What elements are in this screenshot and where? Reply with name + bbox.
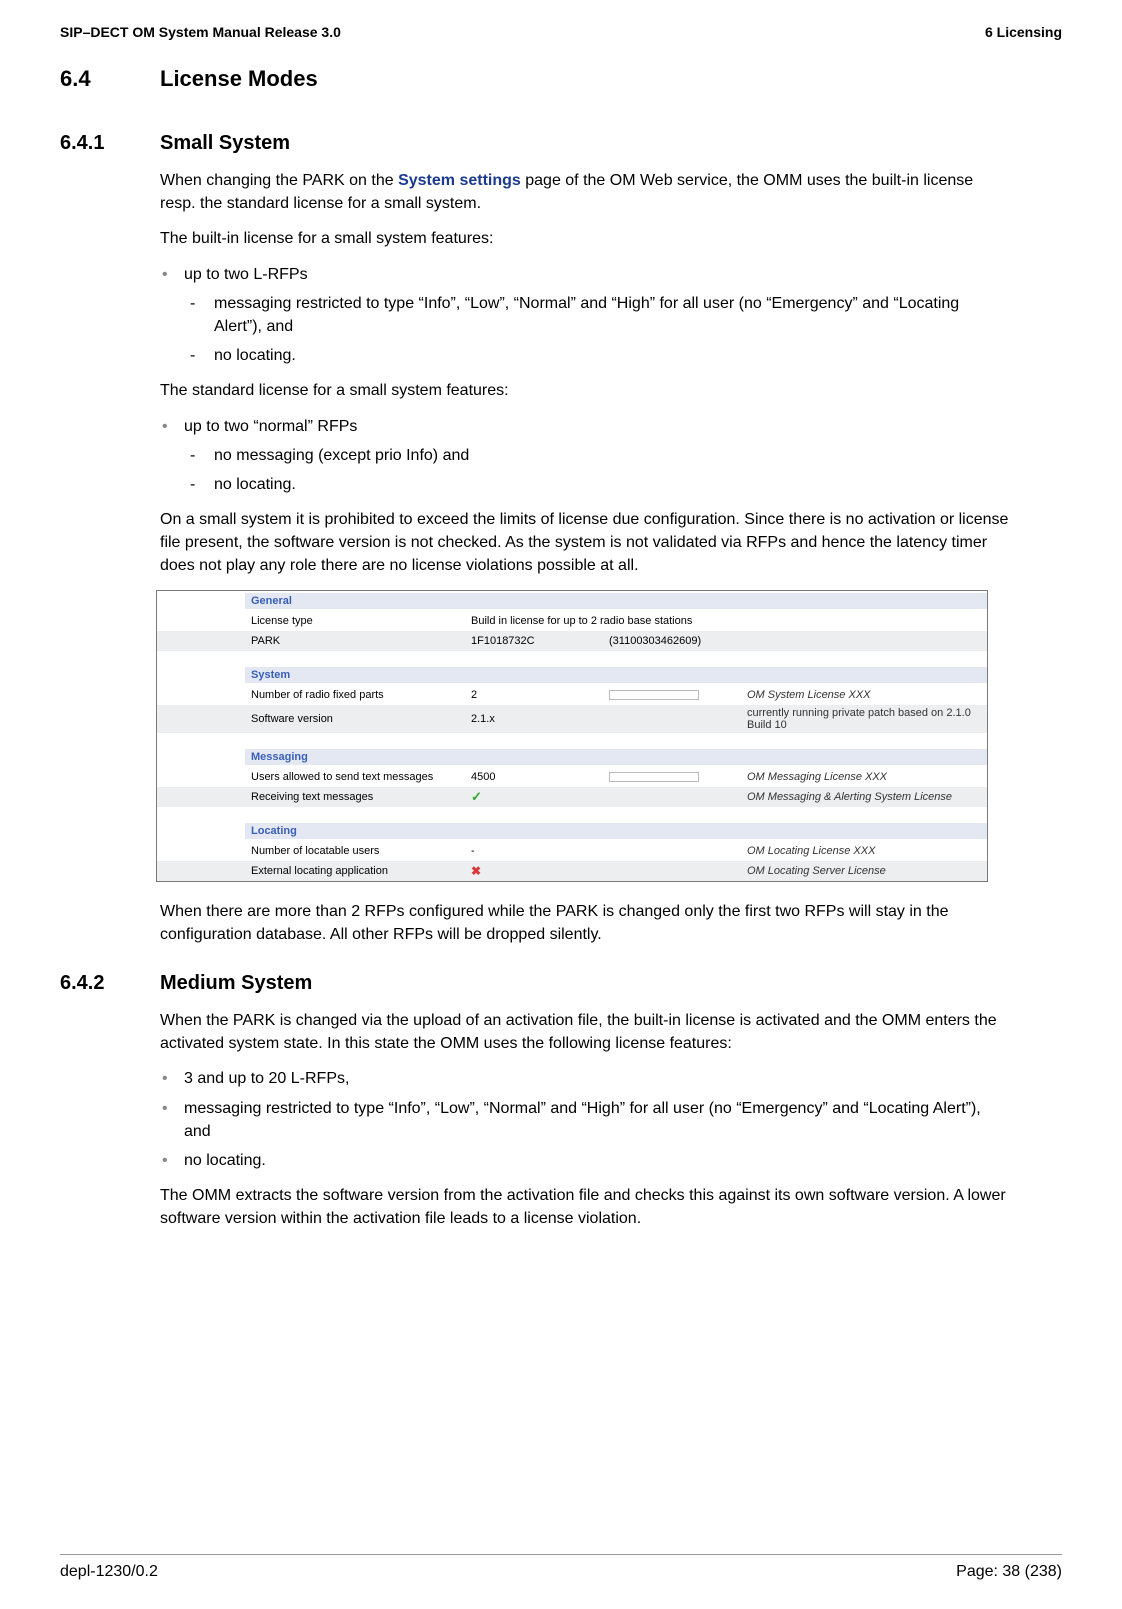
footer-right: Page: 38 (238) xyxy=(956,1563,1062,1581)
list-item: no messaging (except prio Info) and xyxy=(184,444,1010,467)
label-park: PARK xyxy=(245,633,465,649)
section-6-4-2: 6.4.2 Medium System xyxy=(60,972,1062,995)
system-settings-link[interactable]: System settings xyxy=(398,172,521,189)
list-item: 3 and up to 20 L-RFPs, xyxy=(160,1067,1010,1090)
list-item: no locating. xyxy=(160,1149,1010,1172)
license-table: General License typeBuild in license for… xyxy=(156,590,988,882)
section-6-4-1: 6.4.1 Small System xyxy=(60,132,1062,155)
label-license-type: License type xyxy=(245,613,465,629)
list: up to two “normal” RFPs no messaging (ex… xyxy=(160,415,1010,497)
label-rfp-count: Number of radio fixed parts xyxy=(245,687,465,703)
paragraph: The standard license for a small system … xyxy=(160,379,1010,402)
group-messaging: Messaging xyxy=(245,749,987,765)
sublist: messaging restricted to type “Info”, “Lo… xyxy=(184,292,1010,368)
section-number: 6.4.1 xyxy=(60,132,160,155)
footer-left: depl-1230/0.2 xyxy=(60,1563,158,1581)
section-number: 6.4.2 xyxy=(60,972,160,995)
group-general: General xyxy=(245,593,987,609)
group-system: System xyxy=(245,667,987,683)
paragraph: When changing the PARK on the System set… xyxy=(160,169,1010,215)
value-locatable-users: - xyxy=(465,843,603,859)
paragraph: When there are more than 2 RFPs configur… xyxy=(160,900,1010,946)
header-right: 6 Licensing xyxy=(985,24,1062,40)
sublist: no messaging (except prio Info) and no l… xyxy=(184,444,1010,496)
note-system-license: OM System License XXX xyxy=(741,687,987,703)
note-messaging-license: OM Messaging License XXX xyxy=(741,769,987,785)
label-external-locating: External locating application xyxy=(245,863,465,879)
cross-icon: ✖ xyxy=(471,864,481,878)
value-rfp-count: 2 xyxy=(465,687,603,703)
section-title: Medium System xyxy=(160,972,312,995)
value-software-version: 2.1.x xyxy=(465,711,603,727)
label-locatable-users: Number of locatable users xyxy=(245,843,465,859)
list-item: no locating. xyxy=(184,473,1010,496)
list-item: no locating. xyxy=(184,344,1010,367)
note-locating-server: OM Locating Server License xyxy=(741,863,987,879)
list-item: messaging restricted to type “Info”, “Lo… xyxy=(184,292,1010,338)
page-footer: depl-1230/0.2 Page: 38 (238) xyxy=(60,1554,1062,1581)
group-locating: Locating xyxy=(245,823,987,839)
label-software-version: Software version xyxy=(245,711,465,727)
body-6-4-2: When the PARK is changed via the upload … xyxy=(160,1009,1010,1231)
section-title: Small System xyxy=(160,132,290,155)
value-users-send: 4500 xyxy=(465,769,603,785)
value-park-dec: (31100303462609) xyxy=(603,633,741,649)
note-alerting-license: OM Messaging & Alerting System License xyxy=(741,789,987,805)
section-6-4: 6.4 License Modes xyxy=(60,66,1062,92)
list: up to two L-RFPs messaging restricted to… xyxy=(160,263,1010,368)
paragraph: The built-in license for a small system … xyxy=(160,227,1010,250)
page-header: SIP–DECT OM System Manual Release 3.0 6 … xyxy=(60,24,1062,40)
paragraph: The OMM extracts the software version fr… xyxy=(160,1184,1010,1230)
label-receiving: Receiving text messages xyxy=(245,789,465,805)
label-users-send: Users allowed to send text messages xyxy=(245,769,465,785)
progress-bar xyxy=(603,688,741,702)
list-item: up to two “normal” RFPs no messaging (ex… xyxy=(160,415,1010,497)
list-item: messaging restricted to type “Info”, “Lo… xyxy=(160,1097,1010,1143)
note-locating-license: OM Locating License XXX xyxy=(741,843,987,859)
list-item: up to two L-RFPs messaging restricted to… xyxy=(160,263,1010,368)
value-license-type: Build in license for up to 2 radio base … xyxy=(465,613,987,629)
value-park: 1F1018732C xyxy=(465,633,603,649)
progress-bar xyxy=(603,770,741,784)
paragraph: On a small system it is prohibited to ex… xyxy=(160,508,1010,578)
note-software-version: currently running private patch based on… xyxy=(741,705,987,733)
section-number: 6.4 xyxy=(60,66,160,92)
list: 3 and up to 20 L-RFPs, messaging restric… xyxy=(160,1067,1010,1172)
check-icon: ✓ xyxy=(471,789,482,804)
paragraph: When the PARK is changed via the upload … xyxy=(160,1009,1010,1055)
header-left: SIP–DECT OM System Manual Release 3.0 xyxy=(60,24,341,40)
body-6-4-1: When changing the PARK on the System set… xyxy=(160,169,1010,946)
section-title: License Modes xyxy=(160,66,318,92)
